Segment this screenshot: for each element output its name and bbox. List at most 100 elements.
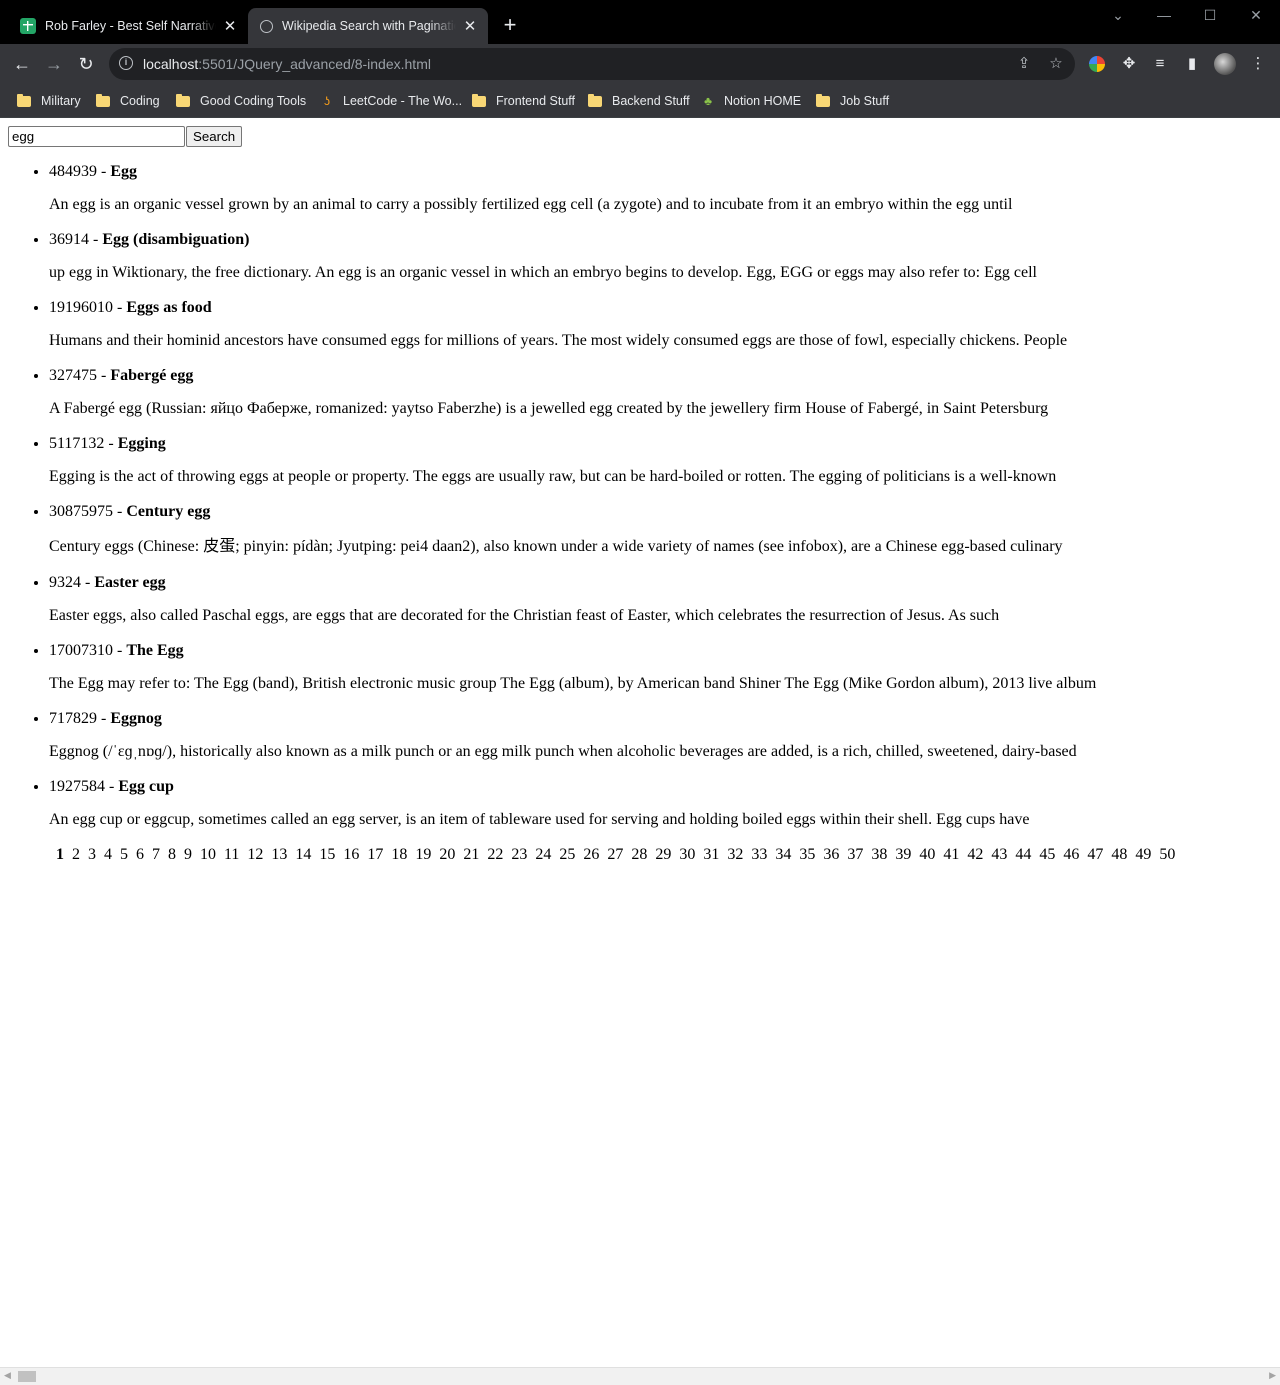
- page-link[interactable]: 10: [200, 846, 216, 863]
- result-snippet: up egg in Wiktionary, the free dictionar…: [49, 264, 1037, 281]
- page-link[interactable]: 8: [168, 846, 176, 863]
- page-link[interactable]: 39: [895, 846, 911, 863]
- site-info-icon[interactable]: i: [119, 56, 133, 70]
- page-link[interactable]: 26: [583, 846, 599, 863]
- bookmark-star-icon[interactable]: ☆: [1046, 54, 1066, 74]
- page-link[interactable]: 1: [56, 846, 64, 863]
- page-link[interactable]: 13: [271, 846, 287, 863]
- page-link[interactable]: 22: [487, 846, 503, 863]
- page-link[interactable]: 7: [152, 846, 160, 863]
- horizontal-scrollbar[interactable]: ◀ ▶: [0, 1367, 1280, 1385]
- bookmark-frontend-stuff[interactable]: Frontend Stuff: [472, 91, 575, 111]
- back-button[interactable]: ←: [10, 52, 34, 76]
- minimize-button[interactable]: —: [1149, 4, 1179, 28]
- page-link[interactable]: 37: [847, 846, 863, 863]
- result-snippet: A Fabergé egg (Russian: яйцо Фаберже, ro…: [49, 400, 1049, 417]
- page-link[interactable]: 48: [1111, 846, 1127, 863]
- sheets-icon: [20, 18, 36, 34]
- close-tab-icon[interactable]: ✕: [462, 17, 478, 35]
- result-item: 17007310 - The EggThe Egg may refer to: …: [49, 633, 1269, 701]
- result-item: 717829 - EggnogEggnog (/ˈɛɡˌnɒɡ/), histo…: [49, 701, 1269, 769]
- bookmark-military[interactable]: Military: [17, 91, 81, 111]
- page-link[interactable]: 16: [343, 846, 359, 863]
- page-link[interactable]: 9: [184, 846, 192, 863]
- page-link[interactable]: 2: [72, 846, 80, 863]
- tab-rob-farley[interactable]: Rob Farley - Best Self Narrative ( ✕: [8, 8, 248, 44]
- reload-button[interactable]: ↻: [74, 52, 98, 76]
- page-link[interactable]: 6: [136, 846, 144, 863]
- result-item: 19196010 - Eggs as foodHumans and their …: [49, 290, 1269, 358]
- page-link[interactable]: 3: [88, 846, 96, 863]
- page-link[interactable]: 11: [224, 846, 239, 863]
- page-link[interactable]: 19: [415, 846, 431, 863]
- menu-kebab-icon[interactable]: ⋮: [1248, 54, 1268, 74]
- page-link[interactable]: 44: [1015, 846, 1031, 863]
- bookmark-good-coding-tools[interactable]: Good Coding Tools: [176, 91, 306, 111]
- close-window-button[interactable]: ✕: [1241, 4, 1271, 28]
- forward-button[interactable]: →: [42, 52, 66, 76]
- page-link[interactable]: 14: [295, 846, 311, 863]
- scroll-left-arrow-icon[interactable]: ◀: [4, 1370, 11, 1381]
- close-tab-icon[interactable]: ✕: [222, 17, 238, 35]
- bookmark-job-stuff[interactable]: Job Stuff: [816, 91, 889, 111]
- page-link[interactable]: 35: [799, 846, 815, 863]
- page-link[interactable]: 46: [1063, 846, 1079, 863]
- bookmark-notion-home[interactable]: ♣ Notion HOME: [701, 91, 801, 111]
- page-link[interactable]: 17: [367, 846, 383, 863]
- result-id: 717829: [49, 710, 97, 727]
- page-link[interactable]: 41: [943, 846, 959, 863]
- page-link[interactable]: 29: [655, 846, 671, 863]
- tab-title: Rob Farley - Best Self Narrative (: [45, 19, 216, 33]
- page-link[interactable]: 15: [319, 846, 335, 863]
- result-title: Easter egg: [94, 574, 166, 591]
- page-link[interactable]: 18: [391, 846, 407, 863]
- tab-wikipedia-search[interactable]: Wikipedia Search with Pagination ✕: [248, 8, 488, 44]
- share-icon[interactable]: ⇪: [1014, 54, 1034, 74]
- maximize-button[interactable]: ☐: [1195, 4, 1225, 28]
- scrollbar-thumb[interactable]: [18, 1371, 36, 1382]
- page-link[interactable]: 49: [1135, 846, 1151, 863]
- page-link[interactable]: 38: [871, 846, 887, 863]
- new-tab-button[interactable]: +: [498, 14, 522, 38]
- page-link[interactable]: 42: [967, 846, 983, 863]
- bookmark-backend-stuff[interactable]: Backend Stuff: [588, 91, 690, 111]
- extensions-puzzle-icon[interactable]: ✥: [1119, 54, 1139, 74]
- page-link[interactable]: 24: [535, 846, 551, 863]
- page-link[interactable]: 36: [823, 846, 839, 863]
- result-title: The Egg: [126, 642, 184, 659]
- search-input[interactable]: [8, 126, 185, 147]
- side-panel-icon[interactable]: ▮: [1182, 54, 1202, 74]
- page-link[interactable]: 25: [559, 846, 575, 863]
- page-link[interactable]: 21: [463, 846, 479, 863]
- page-link[interactable]: 12: [247, 846, 263, 863]
- page-link[interactable]: 43: [991, 846, 1007, 863]
- page-link[interactable]: 27: [607, 846, 623, 863]
- page-link[interactable]: 4: [104, 846, 112, 863]
- page-link[interactable]: 30: [679, 846, 695, 863]
- bookmark-coding[interactable]: Coding: [96, 91, 160, 111]
- address-bar[interactable]: i localhost:5501/JQuery_advanced/8-index…: [109, 48, 1075, 80]
- page-link[interactable]: 32: [727, 846, 743, 863]
- scroll-right-arrow-icon[interactable]: ▶: [1269, 1370, 1276, 1381]
- page-link[interactable]: 28: [631, 846, 647, 863]
- tab-search-icon[interactable]: ⌄: [1103, 4, 1133, 28]
- search-button[interactable]: Search: [186, 126, 243, 147]
- media-control-icon[interactable]: ≡: [1150, 54, 1170, 74]
- leetcode-icon: ʖ: [324, 94, 330, 108]
- page-content: Search 484939 - EggAn egg is an organic …: [0, 118, 1280, 1385]
- bookmark-leetcode[interactable]: ʖ LeetCode - The Wo...: [320, 91, 462, 111]
- page-link[interactable]: 47: [1087, 846, 1103, 863]
- results-list: 484939 - EggAn egg is an organic vessel …: [0, 154, 1269, 837]
- page-link[interactable]: 31: [703, 846, 719, 863]
- profile-avatar[interactable]: [1214, 53, 1236, 75]
- extension-color-icon[interactable]: [1089, 56, 1105, 72]
- page-link[interactable]: 34: [775, 846, 791, 863]
- page-link[interactable]: 5: [120, 846, 128, 863]
- folder-icon: [176, 93, 190, 107]
- page-link[interactable]: 23: [511, 846, 527, 863]
- page-link[interactable]: 40: [919, 846, 935, 863]
- page-link[interactable]: 45: [1039, 846, 1055, 863]
- page-link[interactable]: 20: [439, 846, 455, 863]
- page-link[interactable]: 33: [751, 846, 767, 863]
- page-link[interactable]: 50: [1159, 846, 1175, 863]
